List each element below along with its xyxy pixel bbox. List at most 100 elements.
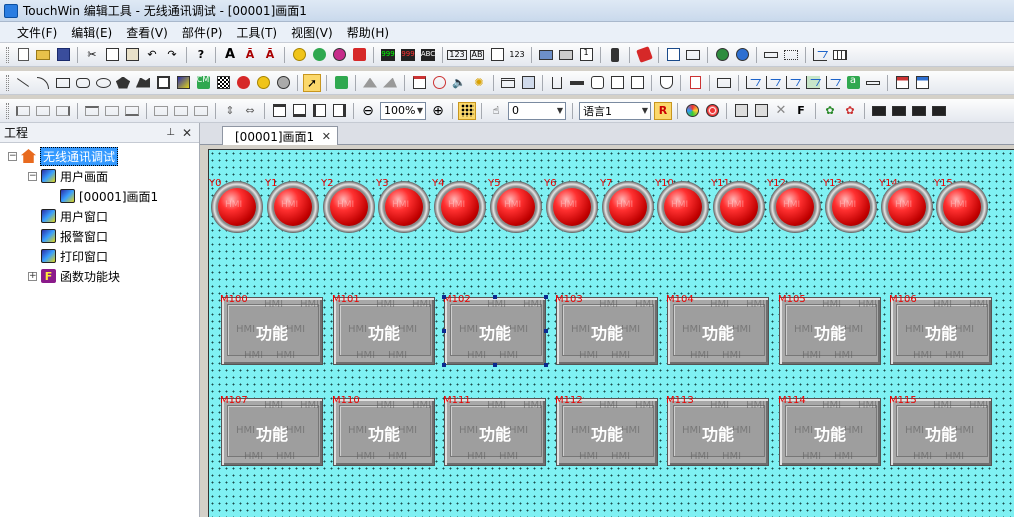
indicator-lamp[interactable]: HMI [825,181,877,233]
dynamic-text-button[interactable]: Ā [241,46,259,64]
dotted-rect-button[interactable] [782,46,800,64]
indicator-lamp[interactable]: HMI [267,181,319,233]
online-button[interactable] [713,46,731,64]
grid-toggle-button[interactable] [458,101,476,120]
tree-item-user-screens[interactable]: − 用户画面 [28,167,108,185]
meter-button[interactable] [381,74,399,92]
target-button[interactable] [703,102,721,120]
move-button[interactable] [332,74,350,92]
numeric-display-button[interactable]: 999 [379,46,397,64]
selection-handle[interactable] [493,295,497,299]
selection-handle[interactable] [442,295,446,299]
function-button[interactable]: HMI HMI HMI HMI HMI HMI 功能 [556,398,658,466]
delete-button[interactable]: ✕ [772,102,790,120]
plant2-button[interactable]: ✿ [841,102,859,120]
alarm-button[interactable] [608,74,626,92]
export-button[interactable] [752,102,770,120]
align-bottom-button[interactable] [123,102,141,120]
align-left-button[interactable] [14,102,32,120]
selection-handle[interactable] [442,329,446,333]
zoom-select[interactable]: 100% ▼ [380,101,426,120]
label-button[interactable] [715,74,733,92]
data-123-button[interactable]: 123 [447,46,467,64]
char-display-button[interactable]: ABC [419,46,437,64]
copy-button[interactable] [103,46,121,64]
line-tool-button[interactable] [14,74,32,92]
paste-button[interactable] [123,46,141,64]
collapse-icon[interactable]: − [28,171,37,181]
function-button[interactable]: HMI HMI HMI HMI HMI HMI 功能 [779,398,881,466]
align-top-button[interactable] [83,102,101,120]
collapse-icon[interactable]: − [8,151,17,161]
menu-file[interactable]: 文件(F) [10,24,64,41]
grid-button[interactable] [864,74,882,92]
box-chart-button[interactable] [804,74,822,92]
arc-tool-button[interactable] [34,74,52,92]
picture-tool-button[interactable] [174,74,192,92]
color-fill-button[interactable] [234,74,252,92]
indicator-lamp[interactable]: HMI [657,181,709,233]
group-button[interactable] [310,102,328,120]
send-back-button[interactable] [290,102,308,120]
tree-item-screen-1[interactable]: [00001]画面1 [60,187,158,205]
lock4-button[interactable] [930,102,948,120]
record-button[interactable] [330,46,348,64]
cup-button[interactable] [548,74,566,92]
layout-button[interactable] [893,74,911,92]
align-middle-button[interactable] [103,102,121,120]
help-button[interactable]: ? [192,46,210,64]
part-button[interactable] [310,46,328,64]
poly-line-button[interactable] [134,74,152,92]
cm-button[interactable]: CM [194,74,212,92]
same-size-button[interactable] [192,102,210,120]
data-123b-button[interactable]: 123 [508,46,526,64]
expand-icon[interactable]: + [28,271,37,281]
menu-window[interactable]: 视图(V) [284,24,340,41]
numeric-input-button[interactable]: 999 [399,46,417,64]
indicator-lamp[interactable]: HMI [434,181,486,233]
plant-button[interactable]: ✿ [821,102,839,120]
function-button[interactable]: HMI HMI HMI HMI HMI HMI 功能 [890,297,992,365]
function-button[interactable]: HMI HMI HMI HMI HMI HMI 功能 [444,398,546,466]
bar-chart-button[interactable] [811,46,829,64]
space-vertical-button[interactable]: ⇕ [221,102,239,120]
indicator-lamp[interactable]: HMI [546,181,598,233]
marquee-text-button[interactable]: Ā [261,46,279,64]
toolbar-grip[interactable] [6,102,9,119]
function-button[interactable]: HMI HMI HMI HMI HMI HMI 功能 [333,398,435,466]
indicator-lamp[interactable]: HMI [323,181,375,233]
select-pointer-button[interactable]: ➚ [303,73,321,92]
function-button[interactable]: HMI HMI HMI HMI HMI HMI 功能 [221,297,323,365]
function-button[interactable]: HMI HMI HMI HMI HMI HMI 功能 [667,297,769,365]
bring-front-button[interactable] [270,102,288,120]
tree-item-alarm-windows[interactable]: 报警窗口 [41,227,108,245]
clock-button[interactable] [430,74,448,92]
hand-button[interactable]: ☝ [487,102,505,120]
zoom-in-button[interactable]: ⊕ [429,102,447,120]
indicator-lamp[interactable]: HMI [378,181,430,233]
menu-help[interactable]: 帮助(H) [340,24,396,41]
sound-button[interactable]: 🔈 [450,74,468,92]
gradient-button[interactable] [254,74,272,92]
text-edit-button[interactable]: a [844,74,862,92]
line-chart-button[interactable] [824,74,842,92]
tree-item-print-windows[interactable]: 打印窗口 [41,247,108,265]
xy-chart-button[interactable] [764,74,782,92]
calendar-button[interactable] [410,74,428,92]
pin-icon[interactable]: ⊥ [166,127,175,138]
trend-chart-button[interactable] [744,74,762,92]
zoom-out-button[interactable]: ⊖ [359,102,377,120]
lamp-button[interactable] [290,46,308,64]
toolbar-grip[interactable] [6,74,9,91]
lock3-button[interactable] [910,102,928,120]
bar-meter-button[interactable] [361,74,379,92]
function-button[interactable]: HMI HMI HMI HMI HMI HMI 功能 [444,297,546,365]
indicator-lamp[interactable]: HMI [881,181,933,233]
redo-button[interactable]: ↷ [163,46,181,64]
ellipse-tool-button[interactable] [94,74,112,92]
menu-view[interactable]: 查看(V) [119,24,175,41]
close-icon[interactable]: ✕ [322,130,331,143]
tab-screen-1[interactable]: [00001]画面1 ✕ [222,126,338,145]
r-button[interactable]: R [654,101,672,120]
language-select[interactable]: 语言1 ▼ [579,101,651,120]
